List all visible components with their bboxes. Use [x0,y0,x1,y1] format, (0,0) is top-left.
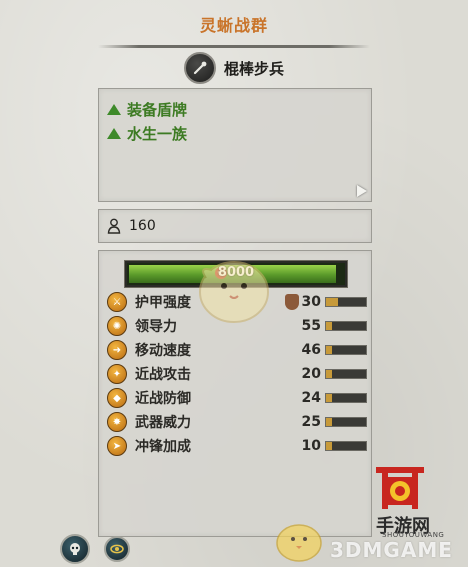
stat-row[interactable]: ◆ 近战防御 24 [107,387,369,409]
weapon-strength-icon: ✸ [107,412,127,432]
stat-label: 近战防御 [135,391,191,407]
trait-label: 水生一族 [127,125,188,143]
club-icon[interactable] [184,52,216,84]
stat-bar [325,345,367,355]
stat-bar-fill [326,418,332,426]
trait-label: 装备盾牌 [127,101,188,119]
stat-bar-fill [326,394,332,402]
stat-value: 30 [301,294,321,310]
trait-item[interactable]: 水生一族 [107,123,187,144]
header-divider [98,45,370,48]
stat-label: 武器威力 [135,415,191,431]
stat-value: 25 [301,414,321,430]
stat-bar-fill [326,442,332,450]
charge-bonus-icon: ➤ [107,436,127,456]
stat-bar [325,369,367,379]
stat-bar [325,441,367,451]
melee-attack-icon: ✦ [107,364,127,384]
stat-bar-fill [326,346,332,354]
shouyouwang-logo-icon [376,467,424,509]
trait-item[interactable]: 装备盾牌 [107,99,187,120]
scroll-arrow-icon[interactable] [357,185,367,197]
stat-value: 24 [301,390,321,406]
stat-value: 10 [301,438,321,454]
eye-button[interactable] [104,536,130,562]
leadership-icon: ✺ [107,316,127,336]
unit-header: 棍棒步兵 [184,52,285,84]
triangle-up-icon [107,128,121,139]
stat-bar [325,417,367,427]
skull-button[interactable] [60,534,90,564]
stat-row[interactable]: ✸ 武器威力 25 [107,411,369,433]
faction-title: 灵蜥战群 [199,16,268,35]
chick-watermark-icon [276,524,322,562]
watermark-site: 3DMGAME [330,538,453,562]
stat-row[interactable]: ➜ 移动速度 46 [107,339,369,361]
skull-icon [70,543,80,555]
stat-bar [325,297,367,307]
mascot-watermark-icon [199,261,269,323]
stat-value: 55 [301,318,321,334]
stat-bar-fill [326,298,338,306]
armor-icon: ⚔ [107,292,127,312]
eye-icon [110,544,124,554]
stat-bar [325,393,367,403]
melee-defense-icon: ◆ [107,388,127,408]
stat-row[interactable]: ➤ 冲锋加成 10 [107,435,369,457]
traits-box: 装备盾牌 水生一族 [98,88,372,202]
stat-bar-fill [326,322,332,330]
stat-bar-fill [326,370,332,378]
unit-card-panel: 灵蜥战群 棍棒步兵 装备盾牌 水生一族 160 + 8000 ⚔护甲强度30✺领… [0,0,468,567]
unit-size-box: 160 [98,209,372,243]
unit-name: 棍棒步兵 [224,59,285,78]
stat-bar [325,321,367,331]
stat-label: 移动速度 [135,343,191,359]
unit-size-value: 160 [129,218,156,234]
person-icon [107,218,121,234]
stat-value: 46 [301,342,321,358]
triangle-up-icon [107,104,121,115]
stat-value: 20 [301,366,321,382]
stat-row[interactable]: ✦ 近战攻击 20 [107,363,369,385]
stat-label: 近战攻击 [135,367,191,383]
stat-label: 冲锋加成 [135,439,191,455]
speed-icon: ➜ [107,340,127,360]
